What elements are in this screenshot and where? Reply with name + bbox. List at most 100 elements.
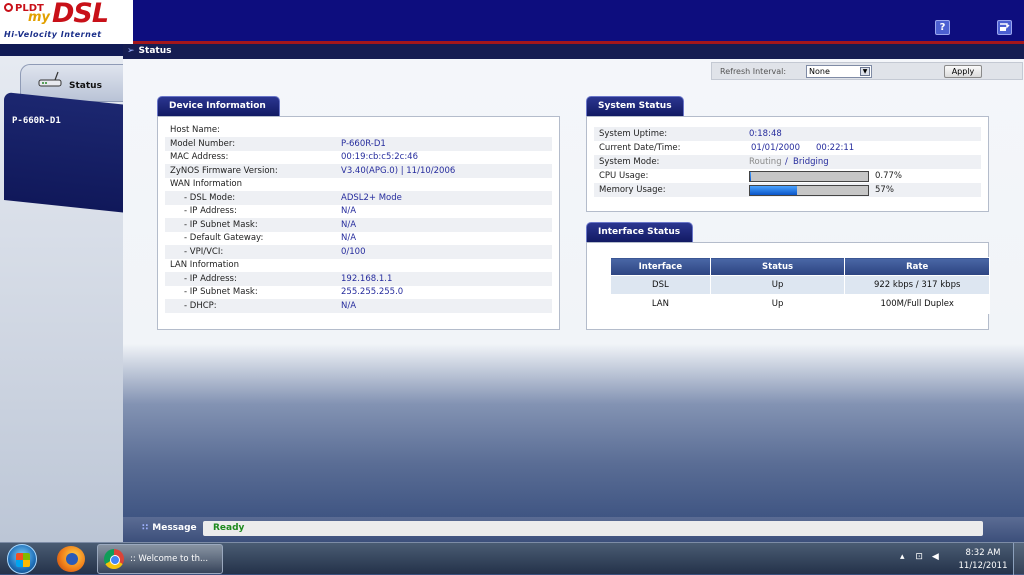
nav-tab-status-label: Status: [69, 81, 102, 91]
clock-time: 8:32 AM: [965, 548, 1001, 558]
logout-icon[interactable]: [997, 20, 1012, 35]
uptime-value: 0:18:48: [749, 129, 782, 139]
interface-table-header: Interface Status Rate: [610, 257, 990, 276]
device-info-label: WAN Information: [170, 179, 243, 189]
device-info-value: 00:19:cb:c5:2c:46: [341, 152, 418, 162]
device-info-row: Host Name:: [165, 123, 552, 137]
network-icon[interactable]: ⊡: [915, 552, 923, 562]
device-info-row: LAN Information: [165, 258, 552, 272]
device-info-value: 255.255.255.0: [341, 287, 404, 297]
table-row: LAN Up 100M/Full Duplex: [610, 294, 990, 314]
mode-separator: /: [785, 157, 788, 167]
router-icon: [38, 71, 62, 87]
top-header: [0, 0, 1024, 44]
system-mode-label: System Mode:: [599, 157, 660, 167]
device-info-row: - Default Gateway: N/A: [165, 231, 552, 245]
refresh-interval-bar: Refresh Interval: None ▼ Apply: [711, 62, 1023, 80]
logo-tagline: Hi-Velocity Internet: [4, 30, 102, 39]
device-info-label: - Default Gateway:: [184, 233, 264, 243]
device-info-row: - IP Subnet Mask: 255.255.255.0: [165, 285, 552, 299]
cpu-usage-value: 0.77%: [875, 171, 903, 181]
pldt-mydsl-logo: PLDT my DSL Hi-Velocity Internet: [0, 0, 133, 44]
device-info-row: Model Number: P-660R-D1: [165, 136, 552, 151]
system-mode-row: System Mode: Routing / Bridging: [594, 155, 981, 169]
refresh-interval-select[interactable]: None ▼: [806, 65, 872, 78]
memory-usage-bar: [749, 185, 869, 196]
device-info-row: - IP Address: 192.168.1.1: [165, 271, 552, 286]
device-info-row: MAC Address: 00:19:cb:c5:2c:46: [165, 150, 552, 164]
volume-icon[interactable]: ◀: [932, 552, 939, 562]
device-info-label: Host Name:: [170, 125, 220, 135]
device-info-value: P-660R-D1: [341, 138, 386, 149]
device-info-row: - VPI/VCI: 0/100: [165, 244, 552, 259]
table-row: DSL Up 922 kbps / 317 kbps: [610, 275, 990, 295]
show-hidden-icons-icon[interactable]: ▴: [900, 552, 905, 562]
device-info-row: - DSL Mode: ADSL2+ Mode: [165, 190, 552, 205]
col-interface: Interface: [610, 257, 711, 276]
message-label: ∷ Message: [142, 523, 197, 533]
device-info-value: 192.168.1.1: [341, 273, 393, 284]
cpu-row: CPU Usage: 0.77%: [594, 169, 981, 183]
time-value: 00:22:11: [816, 143, 855, 153]
apply-button[interactable]: Apply: [944, 65, 982, 78]
logo-my: my: [28, 10, 51, 25]
cpu-usage-bar: [749, 171, 869, 182]
memory-usage-value: 57%: [875, 185, 894, 195]
left-nav-top-strip: [0, 44, 123, 56]
uptime-row: System Uptime: 0:18:48: [594, 127, 981, 141]
device-info-label: - IP Address:: [184, 206, 237, 216]
cell-rate: 100M/Full Duplex: [844, 294, 990, 314]
memory-label: Memory Usage:: [599, 185, 666, 195]
device-info-value: ADSL2+ Mode: [341, 192, 402, 203]
cell-interface: LAN: [610, 294, 711, 314]
memory-row: Memory Usage: 57%: [594, 183, 981, 197]
device-info-label: ZyNOS Firmware Version:: [170, 165, 278, 176]
device-info-label: LAN Information: [170, 260, 240, 270]
device-info-value: N/A: [341, 233, 357, 243]
chrome-window-title: :: Welcome to th...: [130, 554, 209, 564]
windows-taskbar: :: Welcome to th... ▴ ⊡ ◀ 8:32 AM 11/12/…: [0, 542, 1024, 575]
help-icon[interactable]: ?: [935, 20, 950, 35]
device-info-row: - IP Address: N/A: [165, 204, 552, 218]
device-info-label: - IP Subnet Mask:: [184, 287, 258, 297]
device-info-label: - IP Subnet Mask:: [184, 219, 258, 230]
mode-bridging[interactable]: Bridging: [793, 157, 829, 167]
clock-date: 11/12/2011: [958, 561, 1008, 571]
date-value: 01/01/2000: [751, 143, 800, 153]
main-content: ➢ Status Refresh Interval: None ▼ Apply D…: [123, 44, 1024, 542]
device-info-label: Model Number:: [170, 138, 236, 149]
mode-routing: Routing: [749, 157, 782, 167]
interface-status-title: Interface Status: [586, 222, 693, 242]
show-desktop-button[interactable]: [1013, 543, 1024, 575]
device-info-label: MAC Address:: [170, 152, 229, 162]
uptime-label: System Uptime:: [599, 129, 668, 139]
start-button[interactable]: [7, 544, 37, 574]
device-info-value: N/A: [341, 206, 357, 216]
taskbar-chrome-window[interactable]: :: Welcome to th...: [97, 544, 223, 574]
datetime-row: Current Date/Time: 01/01/2000 00:22:11: [594, 141, 981, 155]
refresh-interval-label: Refresh Interval:: [720, 67, 787, 76]
datetime-label: Current Date/Time:: [599, 143, 681, 153]
message-bar: ∷ Message Ready: [123, 517, 1024, 542]
device-info-label: - VPI/VCI:: [184, 246, 224, 257]
device-info-value: N/A: [341, 300, 357, 311]
breadcrumb-arrow-icon: ➢: [127, 46, 135, 56]
device-info-value: 0/100: [341, 246, 366, 257]
cpu-usage-fill: [750, 172, 751, 181]
chevron-down-icon[interactable]: ▼: [860, 67, 870, 76]
refresh-interval-value: None: [809, 67, 830, 76]
device-info-row: ZyNOS Firmware Version: V3.40(APG.0) | 11…: [165, 163, 552, 178]
cell-interface: DSL: [610, 275, 711, 295]
system-status-panel: System Uptime: 0:18:48 Current Date/Time…: [586, 116, 989, 212]
device-info-label: - DSL Mode:: [184, 192, 236, 203]
cell-status: Up: [709, 294, 846, 314]
device-info-row: WAN Information: [165, 177, 552, 191]
firefox-icon[interactable]: [57, 546, 85, 572]
system-status-title: System Status: [586, 96, 684, 116]
device-info-panel: Host Name: Model Number: P-660R-D1 MAC Addr…: [157, 116, 560, 330]
chrome-icon: [104, 549, 124, 569]
taskbar-clock[interactable]: 8:32 AM 11/12/2011: [955, 547, 1011, 573]
device-info-value: V3.40(APG.0) | 11/10/2006: [341, 165, 456, 176]
cell-rate: 922 kbps / 317 kbps: [844, 275, 990, 295]
device-info-label: - IP Address:: [184, 273, 237, 284]
